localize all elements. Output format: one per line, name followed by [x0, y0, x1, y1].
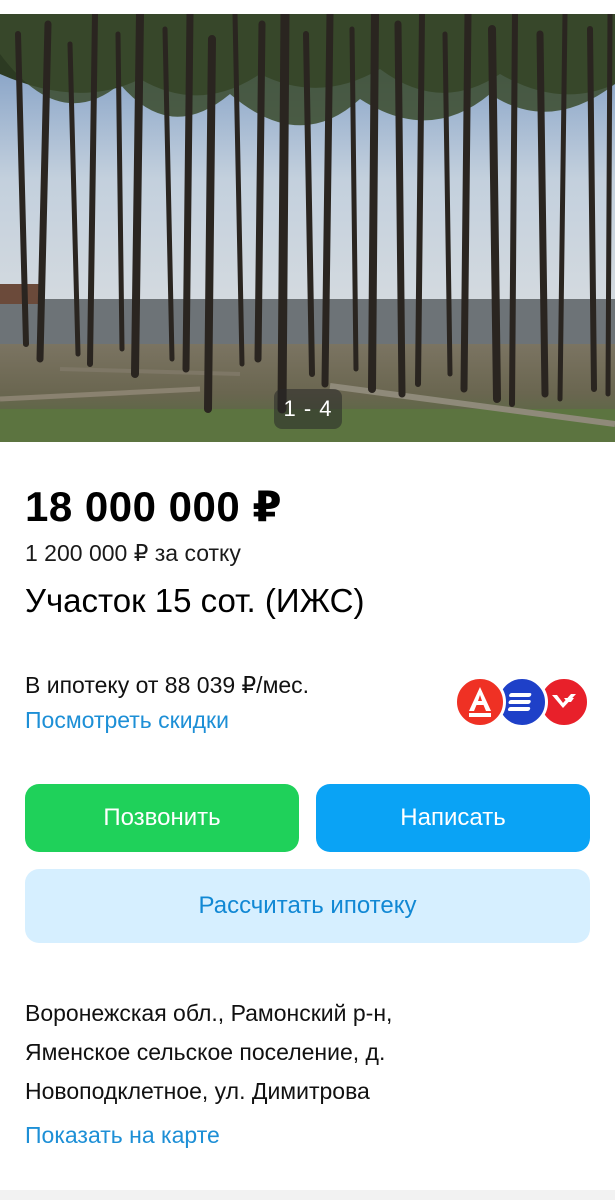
listing-title: Участок 15 сот. (ИЖС)	[25, 582, 365, 619]
write-message-button[interactable]: Написать	[316, 784, 590, 852]
address-line: Воронежская обл., Рамонский р-н,	[25, 1000, 393, 1026]
address-line: Яменское сельское поселение, д.	[25, 1039, 386, 1065]
call-button[interactable]: Позвонить	[25, 784, 299, 852]
forest-photo	[0, 14, 615, 442]
bank-logos[interactable]	[454, 676, 590, 728]
mortgage-offer-text: В ипотеку от 88 039 ₽/мес.	[25, 672, 310, 698]
photo-counter: 1 - 4	[274, 389, 342, 429]
bottom-divider	[0, 1190, 615, 1200]
address: Воронежская обл., Рамонский р-н, Яменско…	[25, 994, 590, 1111]
listing-page: 1 - 4 18 000 000 ₽ 1 200 000 ₽ за сотку …	[0, 0, 615, 1200]
price: 18 000 000 ₽	[25, 483, 283, 530]
photo-gallery[interactable]: 1 - 4	[0, 14, 615, 442]
show-on-map-link[interactable]: Показать на карте	[25, 1122, 220, 1149]
alfa-bank-logo	[454, 676, 506, 728]
view-discounts-link[interactable]: Посмотреть скидки	[25, 707, 229, 734]
address-line: Новоподклетное, ул. Димитрова	[25, 1078, 370, 1104]
calculate-mortgage-button[interactable]: Рассчитать ипотеку	[25, 869, 590, 943]
price-per-unit: 1 200 000 ₽ за сотку	[25, 540, 241, 566]
